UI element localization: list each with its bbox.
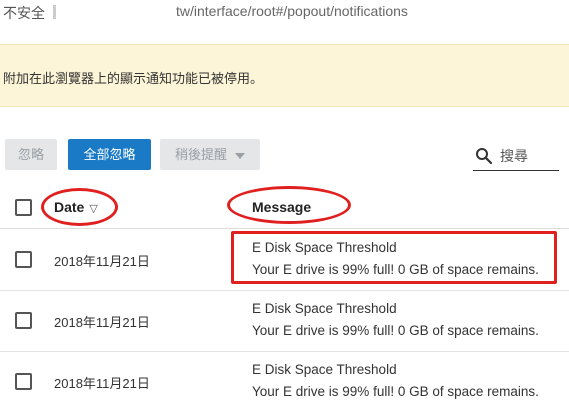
row-checkbox[interactable]	[15, 373, 32, 390]
address-bar[interactable]: 不安全 tw/interface/root#/popout/notificati…	[0, 0, 569, 24]
url-redaction	[53, 3, 177, 21]
row-checkbox[interactable]	[15, 251, 32, 268]
column-header-date-label: Date	[54, 199, 85, 215]
row-title: E Disk Space Threshold	[252, 240, 397, 255]
ignore-button[interactable]: 忽略	[5, 139, 57, 170]
row-title: E Disk Space Threshold	[252, 362, 397, 377]
sort-down-icon: ▽	[89, 203, 98, 215]
row-date: 2018年11月21日	[54, 376, 150, 391]
row-title: E Disk Space Threshold	[252, 301, 397, 316]
ignore-all-button[interactable]: 全部忽略	[68, 139, 151, 170]
url-text[interactable]: tw/interface/root#/popout/notifications	[176, 3, 408, 19]
search-placeholder: 搜尋	[500, 148, 528, 164]
table-row[interactable]: 2018年11月21日 E Disk Space Threshold Your …	[0, 229, 569, 291]
row-message: Your E drive is 99% full! 0 GB of space …	[252, 384, 539, 399]
row-message: Your E drive is 99% full! 0 GB of space …	[252, 262, 539, 277]
column-header-date[interactable]: Date ▽	[54, 199, 98, 215]
remind-later-button[interactable]: 稍後提醒	[160, 139, 260, 170]
notification-disabled-banner: 附加在此瀏覽器上的顯示通知功能已被停用。	[0, 44, 569, 107]
search-icon	[476, 148, 493, 165]
row-message: Your E drive is 99% full! 0 GB of space …	[252, 323, 539, 338]
row-date: 2018年11月21日	[54, 254, 150, 269]
search-field[interactable]: 搜尋	[473, 144, 559, 171]
column-header-message[interactable]: Message	[252, 199, 311, 215]
table-row[interactable]: 2018年11月21日 E Disk Space Threshold Your …	[0, 351, 569, 412]
table-header: Date ▽ Message	[0, 188, 569, 229]
banner-message: 附加在此瀏覽器上的顯示通知功能已被停用。	[3, 71, 264, 86]
remind-later-label: 稍後提醒	[174, 147, 227, 162]
select-all-checkbox[interactable]	[15, 199, 32, 216]
security-indicator[interactable]: 不安全	[3, 3, 45, 23]
row-date: 2018年11月21日	[54, 315, 150, 330]
row-checkbox[interactable]	[15, 312, 32, 329]
table-row[interactable]: 2018年11月21日 E Disk Space Threshold Your …	[0, 290, 569, 352]
chevron-down-icon	[235, 152, 245, 159]
